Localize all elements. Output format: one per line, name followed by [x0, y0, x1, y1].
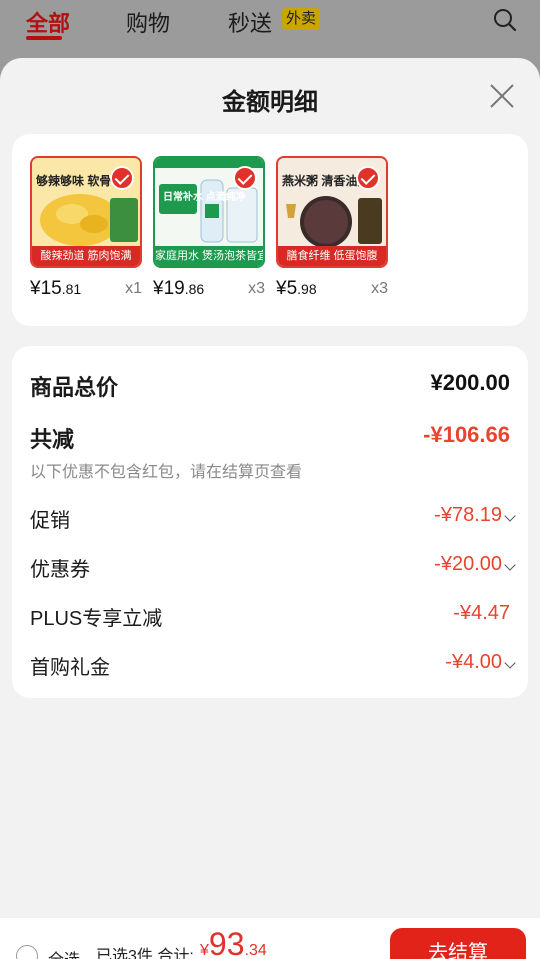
product-tag: 酸辣劲道 筋肉饱满 [32, 246, 140, 266]
selected-check-icon[interactable] [233, 166, 257, 190]
discount-value: -¥4.47 [453, 602, 510, 624]
chevron-down-icon[interactable] [504, 559, 516, 571]
product-item[interactable]: 够辣够味 软骨 酸辣劲道 筋肉饱满 ¥15.81 x1 [30, 156, 142, 306]
product-item[interactable]: 日常补水 点滴纯净 家庭用水 煲汤泡茶皆宜 ¥19.86 x3 [153, 156, 265, 306]
discount-label: 首购礼金 [30, 657, 110, 679]
discount-value: -¥78.19 [434, 504, 502, 526]
selected-check-icon[interactable] [110, 166, 134, 190]
checkout-bar: 全选 已选3件,合计: ¥93.34 去结算 [0, 918, 540, 959]
product-price: ¥19.86 [153, 278, 205, 299]
checkout-button[interactable]: 去结算 [390, 928, 526, 959]
product-title: 够辣够味 软骨 [36, 174, 112, 188]
discount-label: PLUS专享立减 [30, 608, 163, 630]
reduce-note: 以下优惠不包含红包，请在结算页查看 [30, 464, 303, 481]
discount-value: -¥4.00 [445, 651, 502, 673]
chevron-down-icon[interactable] [504, 657, 516, 669]
tab-instant-delivery[interactable]: 秒送 [228, 6, 272, 38]
sheet-title: 金额明细 [222, 89, 318, 116]
discount-label: 促销 [30, 510, 70, 532]
discount-value: -¥20.00 [434, 553, 502, 575]
product-image: 燕米粥 清香油亮 膳食纤维 低蛋饱腹 [276, 156, 388, 268]
product-image: 够辣够味 软骨 酸辣劲道 筋肉饱满 [30, 156, 142, 268]
products-card: 够辣够味 软骨 酸辣劲道 筋肉饱满 ¥15.81 x1 日常补水 点滴纯净 家庭… [12, 134, 528, 326]
close-icon[interactable] [488, 82, 516, 110]
tab-all[interactable]: 全部 [26, 6, 70, 38]
chevron-down-icon[interactable] [504, 510, 516, 522]
product-qty: x1 [125, 280, 142, 297]
discount-label: 优惠券 [30, 559, 90, 581]
selected-summary: 已选3件,合计: [96, 948, 194, 959]
product-tag: 膳食纤维 低蛋饱腹 [278, 246, 386, 266]
product-item[interactable]: 燕米粥 清香油亮 膳食纤维 低蛋饱腹 ¥5.98 x3 [276, 156, 388, 306]
search-icon[interactable] [492, 7, 518, 33]
tab-active-indicator [26, 36, 62, 40]
product-qty: x3 [371, 280, 388, 297]
product-image: 日常补水 点滴纯净 家庭用水 煲汤泡茶皆宜 [153, 156, 265, 268]
select-all-label[interactable]: 全选 [48, 946, 80, 959]
total-reduce-label: 共减 [30, 427, 75, 452]
amount-detail-sheet: 金额明细 够辣够味 软骨 酸辣劲道 筋肉饱满 ¥15.81 x1 日常补水 点滴… [0, 58, 540, 959]
takeout-badge: 外卖 [282, 8, 321, 30]
total-reduce-value: -¥106.66 [423, 422, 510, 447]
product-price: ¥15.81 [30, 278, 82, 299]
product-price: ¥5.98 [276, 278, 317, 299]
product-tag: 家庭用水 煲汤泡茶皆宜 [155, 246, 263, 266]
product-qty: x3 [248, 280, 265, 297]
tab-shopping[interactable]: 购物 [126, 6, 170, 38]
product-title: 日常补水 点滴纯净 [163, 192, 246, 203]
selected-check-icon[interactable] [356, 166, 380, 190]
select-all-radio[interactable] [16, 945, 38, 959]
total-amount: ¥93.34 [200, 926, 267, 959]
amount-detail-card: 商品总价 ¥200.00 共减 -¥106.66 以下优惠不包含红包，请在结算页… [12, 346, 528, 698]
total-price-label: 商品总价 [30, 375, 119, 400]
total-price-value: ¥200.00 [430, 370, 510, 395]
top-tab-bar: 全部 购物 秒送 外卖 [0, 0, 540, 62]
